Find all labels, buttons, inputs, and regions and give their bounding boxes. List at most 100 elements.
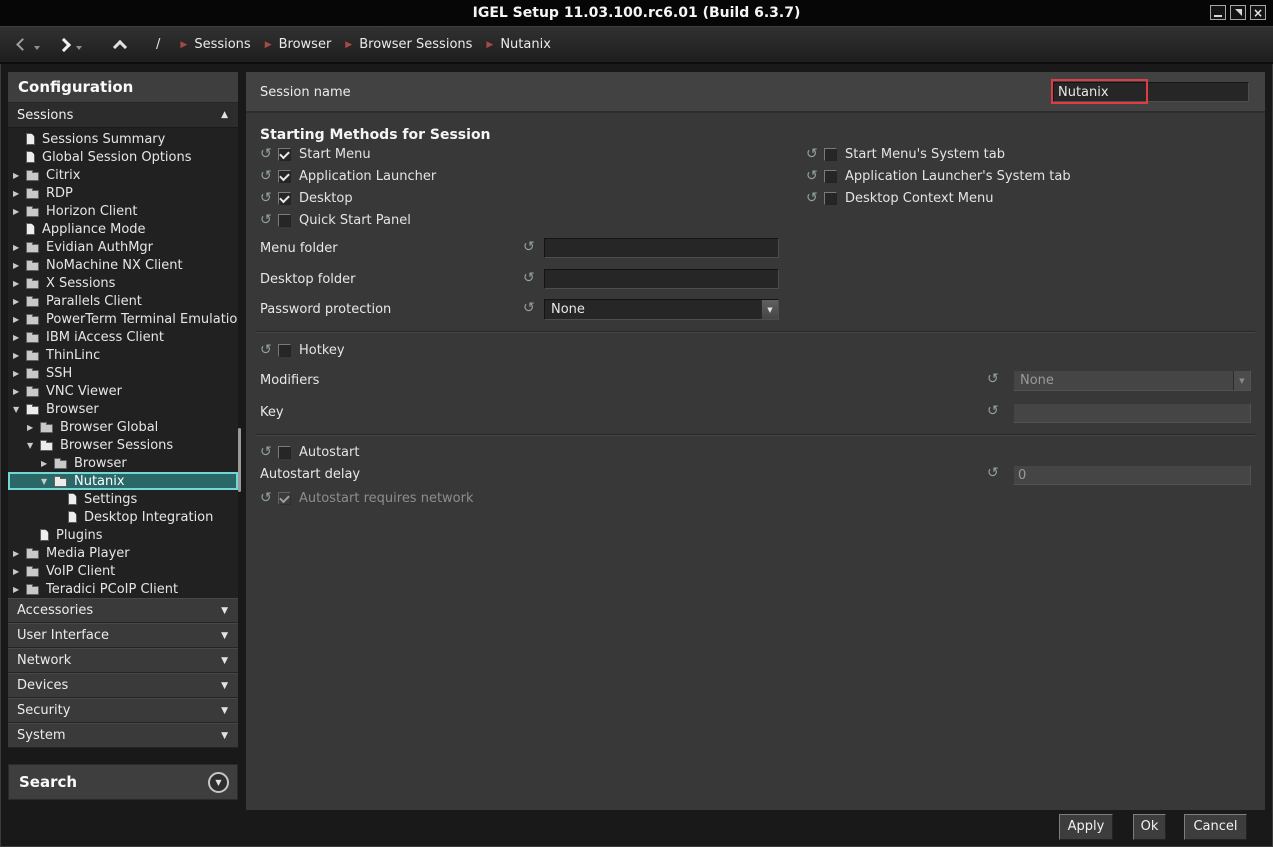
sidebar-section-accessories[interactable]: Accessories▼ xyxy=(8,598,238,623)
checkbox-row-quick-start-panel[interactable]: ↺Quick Start Panel xyxy=(260,212,436,228)
chevron-right-icon[interactable]: ▶ xyxy=(13,243,26,252)
tree-item-desktop-integration[interactable]: Desktop Integration xyxy=(8,508,238,526)
reset-icon[interactable]: ↺ xyxy=(523,271,541,285)
chevron-right-icon[interactable]: ▶ xyxy=(13,189,26,198)
sidebar-section-sessions[interactable]: Sessions ▲ xyxy=(8,103,238,128)
reset-icon[interactable]: ↺ xyxy=(523,301,541,315)
checkbox-row-autostart[interactable]: ↺ Autostart xyxy=(260,444,359,460)
chevron-right-icon[interactable]: ▶ xyxy=(27,423,40,432)
reset-icon[interactable]: ↺ xyxy=(260,343,278,357)
chevron-right-icon[interactable]: ▶ xyxy=(13,369,26,378)
reset-icon[interactable]: ↺ xyxy=(806,147,824,161)
minimize-button[interactable] xyxy=(1210,5,1226,20)
checkbox-start-menu-s-system-tab[interactable] xyxy=(824,148,837,161)
breadcrumb-item-sessions[interactable]: Sessions xyxy=(194,37,250,52)
maximize-button[interactable] xyxy=(1230,5,1246,20)
sidebar-section-system[interactable]: System▼ xyxy=(8,723,238,748)
tree-item-ssh[interactable]: ▶SSH xyxy=(8,364,238,382)
tree-item-settings[interactable]: Settings xyxy=(8,490,238,508)
chevron-right-icon[interactable]: ▶ xyxy=(13,567,26,576)
back-history-caret-icon[interactable] xyxy=(34,46,40,50)
reset-icon[interactable]: ↺ xyxy=(260,147,278,161)
chevron-right-icon[interactable]: ▶ xyxy=(41,459,54,468)
chevron-right-icon[interactable]: ▶ xyxy=(13,585,26,594)
tree-item-vnc-viewer[interactable]: ▶VNC Viewer xyxy=(8,382,238,400)
tree-item-plugins[interactable]: Plugins xyxy=(8,526,238,544)
tree-item-parallels-client[interactable]: ▶Parallels Client xyxy=(8,292,238,310)
tree-item-citrix[interactable]: ▶Citrix xyxy=(8,166,238,184)
reset-icon[interactable]: ↺ xyxy=(260,169,278,183)
breadcrumb-root[interactable]: / xyxy=(156,37,160,52)
tree-item-ibm-iaccess-client[interactable]: ▶IBM iAccess Client xyxy=(8,328,238,346)
tree-item-global-session-options[interactable]: Global Session Options xyxy=(8,148,238,166)
forward-button[interactable] xyxy=(54,35,74,55)
menu-folder-input[interactable] xyxy=(544,238,779,258)
checkbox-desktop[interactable] xyxy=(278,192,291,205)
reset-icon[interactable]: ↺ xyxy=(987,466,1005,480)
chevron-right-icon[interactable]: ▶ xyxy=(13,297,26,306)
reset-icon[interactable]: ↺ xyxy=(260,191,278,205)
forward-history-caret-icon[interactable] xyxy=(76,46,82,50)
breadcrumb-item-nutanix[interactable]: Nutanix xyxy=(500,37,551,52)
chevron-right-icon[interactable]: ▶ xyxy=(13,333,26,342)
reset-icon[interactable]: ↺ xyxy=(987,404,1005,418)
checkbox-row-application-launcher-s-system-tab[interactable]: ↺Application Launcher's System tab xyxy=(806,168,1071,184)
checkbox-desktop-context-menu[interactable] xyxy=(824,192,837,205)
tree-item-media-player[interactable]: ▶Media Player xyxy=(8,544,238,562)
reset-icon[interactable]: ↺ xyxy=(806,191,824,205)
chevron-down-icon[interactable]: ▼ xyxy=(27,441,40,450)
sidebar-section-user-interface[interactable]: User Interface▼ xyxy=(8,623,238,648)
tree-item-appliance-mode[interactable]: Appliance Mode xyxy=(8,220,238,238)
reset-icon[interactable]: ↺ xyxy=(260,445,278,459)
tree-item-powerterm-terminal-emulation[interactable]: ▶PowerTerm Terminal Emulation xyxy=(8,310,238,328)
search-bar[interactable]: Search ▼ xyxy=(8,764,238,800)
dropdown-button[interactable]: ▼ xyxy=(761,300,778,319)
tree-item-thinlinc[interactable]: ▶ThinLinc xyxy=(8,346,238,364)
tree-item-horizon-client[interactable]: ▶Horizon Client xyxy=(8,202,238,220)
chevron-right-icon[interactable]: ▶ xyxy=(13,387,26,396)
session-name-input[interactable] xyxy=(1053,82,1249,102)
tree-item-browser[interactable]: ▼Browser xyxy=(8,400,238,418)
cancel-button[interactable]: Cancel xyxy=(1184,814,1247,840)
sidebar-section-security[interactable]: Security▼ xyxy=(8,698,238,723)
checkbox-application-launcher[interactable] xyxy=(278,170,291,183)
chevron-right-icon[interactable]: ▶ xyxy=(13,171,26,180)
checkbox-row-hotkey[interactable]: ↺ Hotkey xyxy=(260,342,345,358)
close-button[interactable]: × xyxy=(1250,5,1266,20)
tree-item-voip-client[interactable]: ▶VoIP Client xyxy=(8,562,238,580)
chevron-down-icon[interactable]: ▼ xyxy=(13,405,26,414)
reset-icon[interactable]: ↺ xyxy=(987,372,1005,386)
checkbox-row-application-launcher[interactable]: ↺Application Launcher xyxy=(260,168,436,184)
tree-item-teradici-pcoip-client[interactable]: ▶Teradici PCoIP Client xyxy=(8,580,238,598)
up-button[interactable] xyxy=(110,35,130,55)
chevron-right-icon[interactable]: ▶ xyxy=(13,315,26,324)
tree-item-sessions-summary[interactable]: Sessions Summary xyxy=(8,130,238,148)
chevron-right-icon[interactable]: ▶ xyxy=(13,549,26,558)
checkbox-row-start-menu-s-system-tab[interactable]: ↺Start Menu's System tab xyxy=(806,146,1071,162)
apply-button[interactable]: Apply xyxy=(1059,814,1113,840)
chevron-down-icon[interactable]: ▼ xyxy=(41,477,54,486)
tree-item-evidian-authmgr[interactable]: ▶Evidian AuthMgr xyxy=(8,238,238,256)
checkbox-application-launcher-s-system-tab[interactable] xyxy=(824,170,837,183)
search-expand-button[interactable]: ▼ xyxy=(208,772,229,793)
reset-icon[interactable]: ↺ xyxy=(806,169,824,183)
sidebar-section-devices[interactable]: Devices▼ xyxy=(8,673,238,698)
back-button[interactable] xyxy=(12,35,32,55)
reset-icon[interactable]: ↺ xyxy=(260,213,278,227)
chevron-right-icon[interactable]: ▶ xyxy=(13,351,26,360)
checkbox-start-menu[interactable] xyxy=(278,148,291,161)
breadcrumb-item-browser-sessions[interactable]: Browser Sessions xyxy=(359,37,472,52)
tree-item-x-sessions[interactable]: ▶X Sessions xyxy=(8,274,238,292)
sidebar-section-network[interactable]: Network▼ xyxy=(8,648,238,673)
checkbox-hotkey[interactable] xyxy=(278,344,291,357)
desktop-folder-input[interactable] xyxy=(544,269,779,289)
chevron-right-icon[interactable]: ▶ xyxy=(13,279,26,288)
chevron-right-icon[interactable]: ▶ xyxy=(13,207,26,216)
checkbox-row-desktop-context-menu[interactable]: ↺Desktop Context Menu xyxy=(806,190,1071,206)
checkbox-autostart[interactable] xyxy=(278,446,291,459)
tree-item-browser-sessions[interactable]: ▼Browser Sessions xyxy=(8,436,238,454)
tree-item-nomachine-nx-client[interactable]: ▶NoMachine NX Client xyxy=(8,256,238,274)
chevron-right-icon[interactable]: ▶ xyxy=(13,261,26,270)
tree-item-browser-global[interactable]: ▶Browser Global xyxy=(8,418,238,436)
reset-icon[interactable]: ↺ xyxy=(523,240,541,254)
